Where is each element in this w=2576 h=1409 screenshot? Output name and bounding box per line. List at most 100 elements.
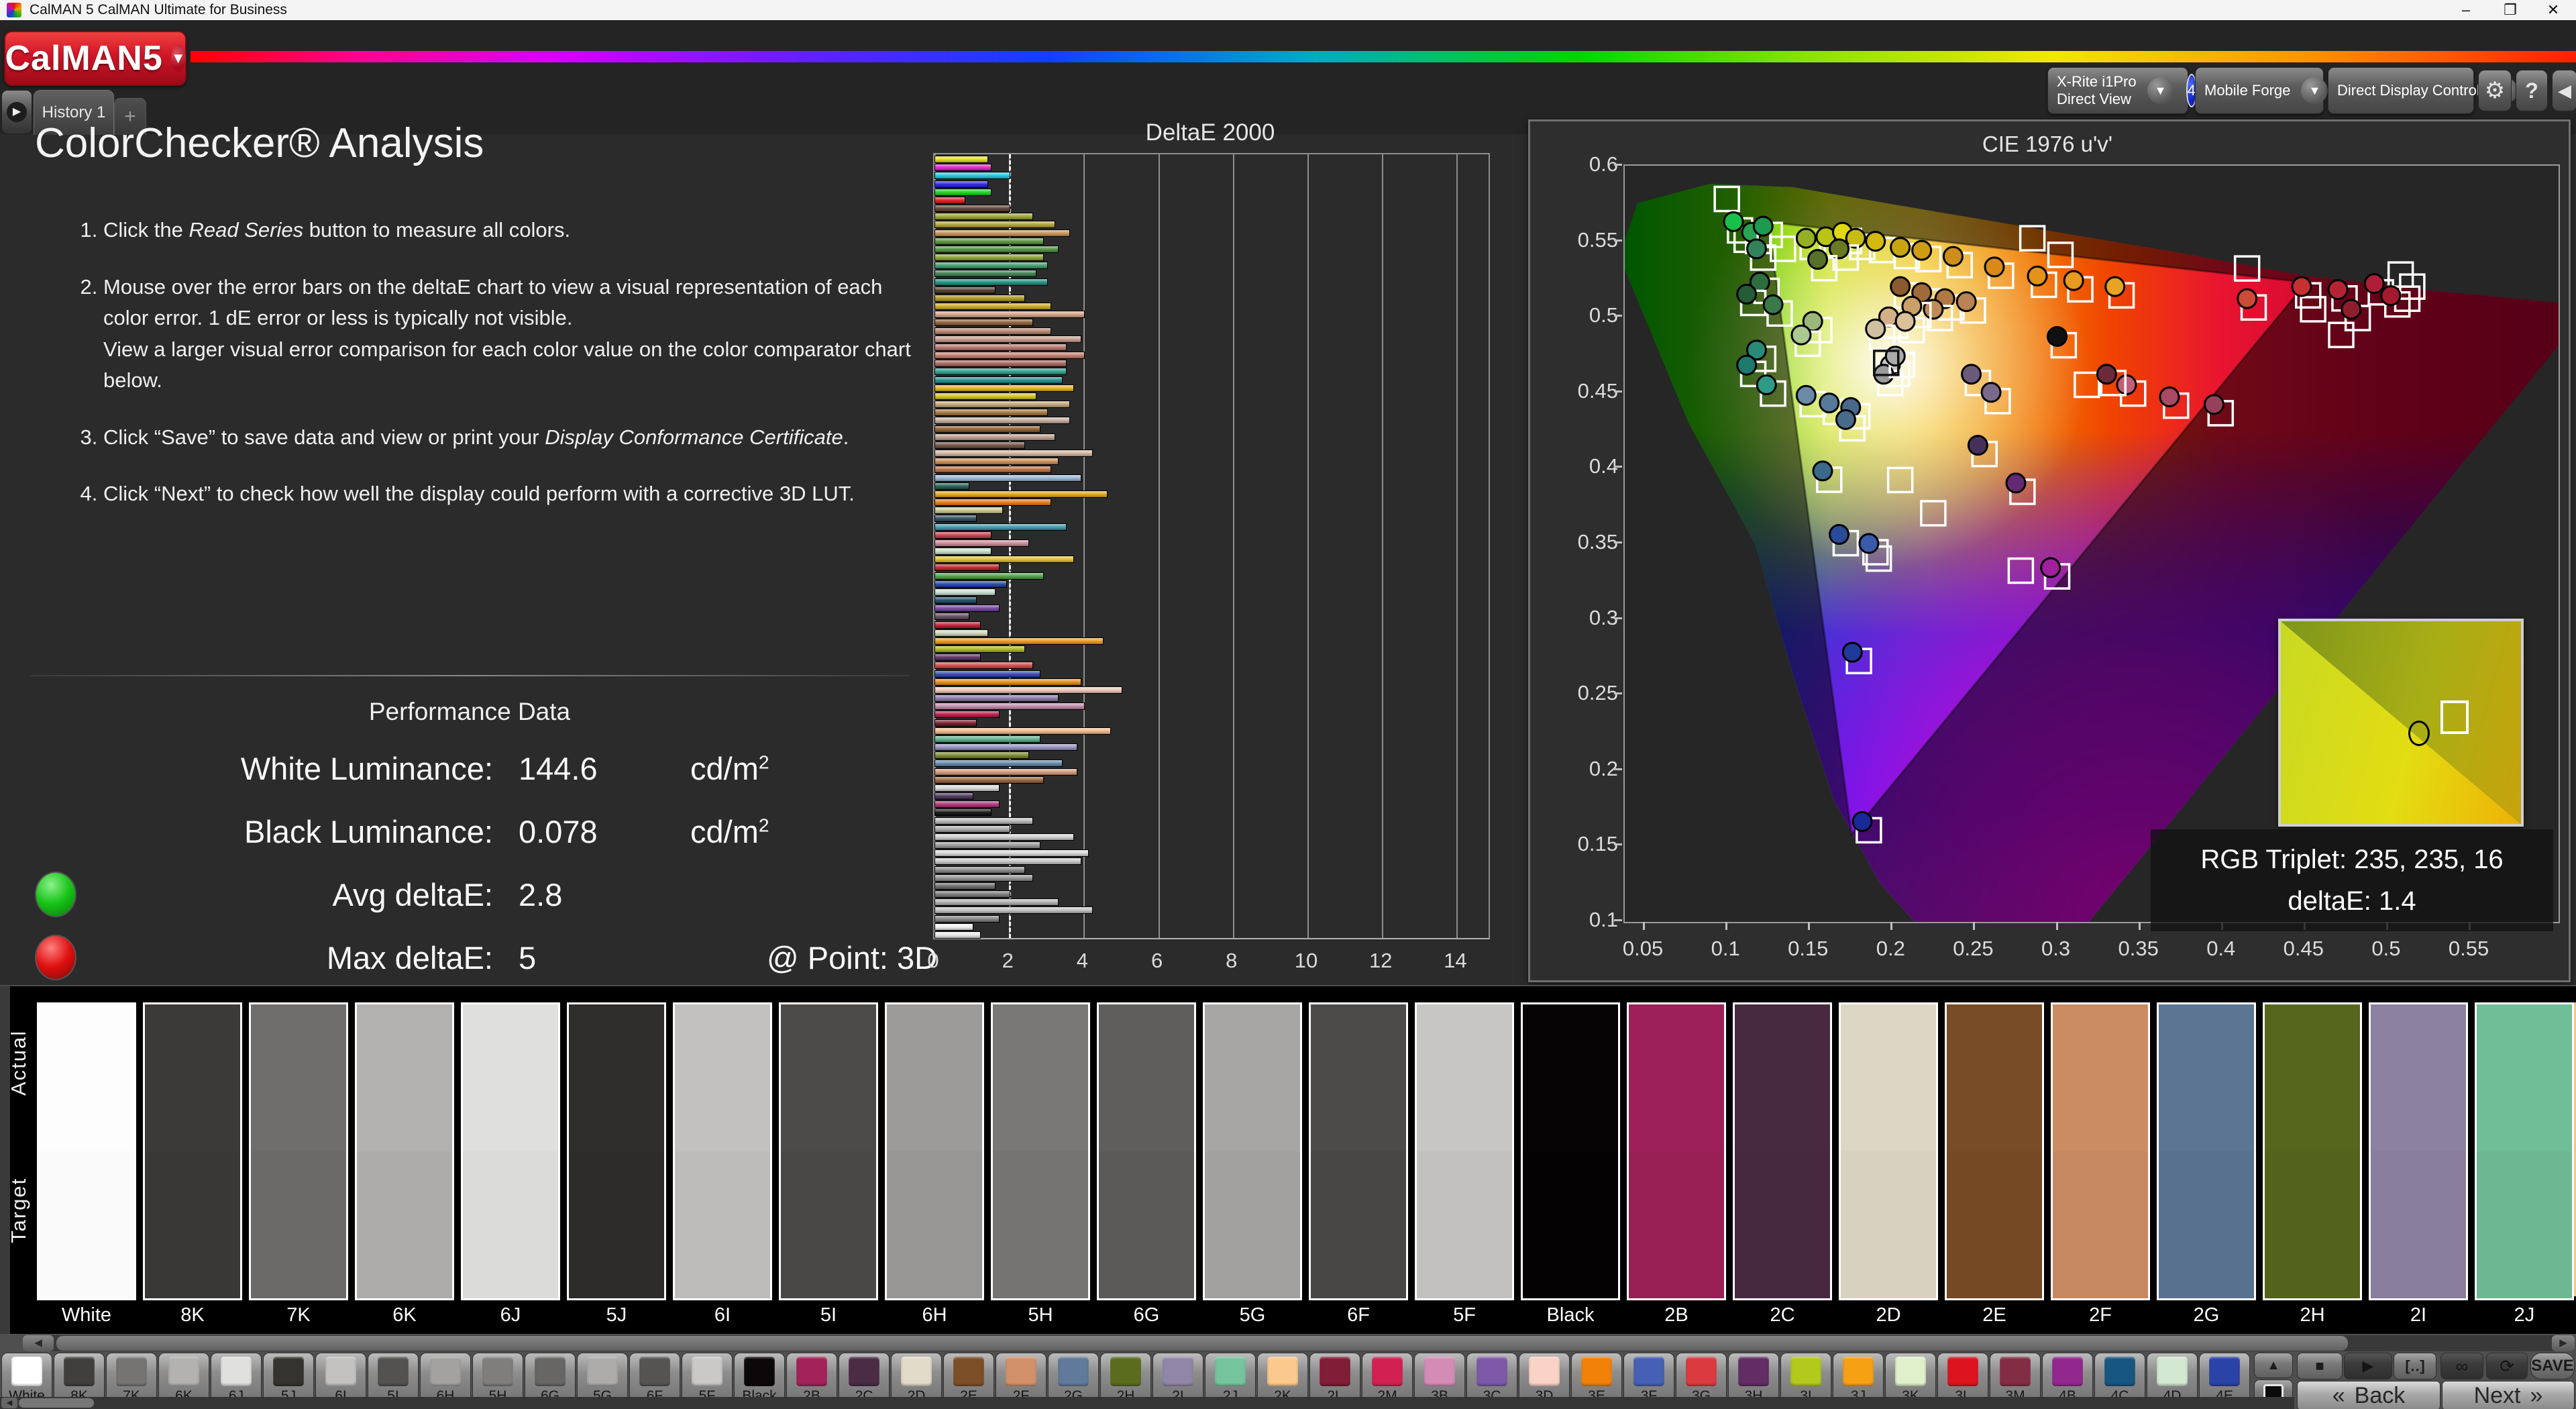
display-control-dropdown[interactable]: Direct Display Control ▼: [2328, 67, 2518, 114]
deltae-bar[interactable]: [934, 450, 1093, 457]
deltae-bar[interactable]: [934, 776, 1044, 784]
deltae-bar[interactable]: [934, 343, 1067, 351]
scroll-left-icon[interactable]: ◀: [1, 1398, 17, 1408]
deltae-bar[interactable]: [934, 857, 1081, 866]
deltae-bar[interactable]: [934, 294, 1026, 302]
deltae-bar[interactable]: [934, 360, 1067, 368]
deltae-bar[interactable]: [934, 172, 1011, 180]
deltae-bar[interactable]: [934, 384, 1074, 392]
deltae-bar[interactable]: [934, 368, 1067, 376]
deltae-bar[interactable]: [934, 254, 1044, 261]
deltae-bar[interactable]: [934, 743, 1078, 751]
deltae-bar[interactable]: [934, 621, 981, 629]
minimize-button[interactable]: –: [2447, 0, 2485, 20]
deltae-bar[interactable]: [934, 654, 981, 662]
deltae-bar[interactable]: [934, 180, 988, 188]
scroll-up-button[interactable]: ▲: [2254, 1353, 2293, 1378]
deltae-bar[interactable]: [934, 507, 1004, 515]
settings-button[interactable]: ⚙: [2478, 70, 2512, 111]
deltae-bar[interactable]: [934, 719, 977, 727]
swatch-scrollbar[interactable]: ◀ ▶: [23, 1335, 2575, 1351]
deltae-bar[interactable]: [934, 637, 1104, 645]
deltae-bar[interactable]: [934, 784, 1000, 792]
deltae-bar[interactable]: [934, 874, 1033, 882]
play-button[interactable]: ▶: [2344, 1353, 2392, 1379]
deltae-bar[interactable]: [934, 605, 1000, 613]
deltae-bar[interactable]: [934, 833, 1074, 841]
deltae-bar[interactable]: [934, 800, 1000, 808]
deltae-bar[interactable]: [934, 678, 1081, 686]
deltae-bar[interactable]: [934, 482, 970, 490]
deltae-bar[interactable]: [934, 735, 1040, 743]
deltae-bar[interactable]: [934, 841, 1040, 849]
deltae-bar[interactable]: [934, 490, 1108, 498]
deltae-bar[interactable]: [934, 156, 988, 163]
deltae-bar[interactable]: [934, 923, 973, 931]
deltae-bar[interactable]: [934, 319, 1033, 327]
deltae-bar[interactable]: [934, 188, 992, 196]
deltae-bar[interactable]: [934, 694, 1059, 702]
deltae-bar[interactable]: [934, 849, 1089, 857]
deltae-bar[interactable]: [934, 409, 1048, 417]
scrollbar-thumb[interactable]: [56, 1336, 2348, 1351]
deltae-bar[interactable]: [934, 580, 1007, 588]
deltae-bar[interactable]: [934, 221, 1055, 229]
deltae-bar[interactable]: [934, 768, 1078, 776]
deltae-bar[interactable]: [934, 515, 977, 523]
deltae-bar[interactable]: [934, 662, 1033, 670]
deltae-bar[interactable]: [934, 458, 1059, 466]
deltae-bar[interactable]: [934, 931, 981, 939]
deltae-bar[interactable]: [934, 702, 1085, 711]
save-button[interactable]: SAVE: [2530, 1353, 2575, 1379]
deltae-bar[interactable]: [934, 727, 1112, 735]
deltae-bar[interactable]: [934, 376, 1063, 384]
deltae-bar[interactable]: [934, 825, 1011, 833]
deltae-bar[interactable]: [934, 245, 1059, 253]
bottom-scrollbar[interactable]: ◀: [0, 1397, 2294, 1409]
deltae-bar[interactable]: [934, 890, 1011, 898]
deltae-bar[interactable]: [934, 613, 970, 621]
deltae-bar[interactable]: [934, 286, 996, 294]
meter-dropdown[interactable]: X-Rite i1Pro Direct View ▼ 4: [2047, 67, 2197, 114]
close-button[interactable]: ✕: [2534, 0, 2572, 20]
deltae-bar[interactable]: [934, 572, 1044, 580]
deltae-bar[interactable]: [934, 588, 996, 596]
deltae-bar[interactable]: [934, 237, 1044, 245]
deltae-bar[interactable]: [934, 523, 1067, 531]
deltae-bar[interactable]: [934, 196, 966, 204]
deltae-bar[interactable]: [934, 164, 992, 172]
scroll-right-icon[interactable]: ▶: [2552, 1335, 2575, 1351]
deltae-bar[interactable]: [934, 262, 1048, 270]
deltae-bar[interactable]: [934, 213, 1033, 221]
refresh-button[interactable]: ⟳: [2486, 1353, 2528, 1379]
deltae-bar[interactable]: [934, 303, 1052, 310]
deltae-bar[interactable]: [934, 808, 992, 817]
deltae-bar[interactable]: [934, 392, 1037, 400]
deltae-bar[interactable]: [934, 327, 1052, 335]
deltae-bar[interactable]: [934, 817, 1033, 825]
restore-button[interactable]: ❐: [2491, 0, 2529, 20]
deltae-bar[interactable]: [934, 278, 1048, 286]
deltae-bar[interactable]: [934, 466, 1052, 474]
deltae-bar[interactable]: [934, 205, 1011, 212]
calman-logo-menu[interactable]: CalMAN5 ▼: [4, 31, 186, 86]
collapse-panel-button[interactable]: ◀: [2552, 70, 2576, 111]
deltae-bar[interactable]: [934, 556, 1074, 564]
deltae-bar[interactable]: [934, 441, 1026, 449]
deltae-bar[interactable]: [934, 474, 1081, 482]
stop-button[interactable]: ■: [2297, 1353, 2343, 1379]
deltae-bar[interactable]: [934, 547, 992, 555]
deltae-bar[interactable]: [934, 629, 988, 637]
continuous-read-button[interactable]: ∞: [2440, 1353, 2483, 1379]
deltae-bar[interactable]: [934, 898, 1059, 906]
deltae-bar[interactable]: [934, 915, 1000, 923]
next-button[interactable]: Next »: [2442, 1381, 2575, 1409]
deltae-bar[interactable]: [934, 401, 1071, 408]
deltae-bar[interactable]: [934, 311, 1085, 319]
tab-scroll-left-button[interactable]: ▶: [1, 90, 32, 134]
help-button[interactable]: ?: [2516, 70, 2548, 111]
deltae-bar[interactable]: [934, 352, 1085, 359]
deltae-bar[interactable]: [934, 531, 992, 539]
deltae-bar[interactable]: [934, 433, 1055, 441]
back-button[interactable]: « Back: [2297, 1381, 2440, 1409]
